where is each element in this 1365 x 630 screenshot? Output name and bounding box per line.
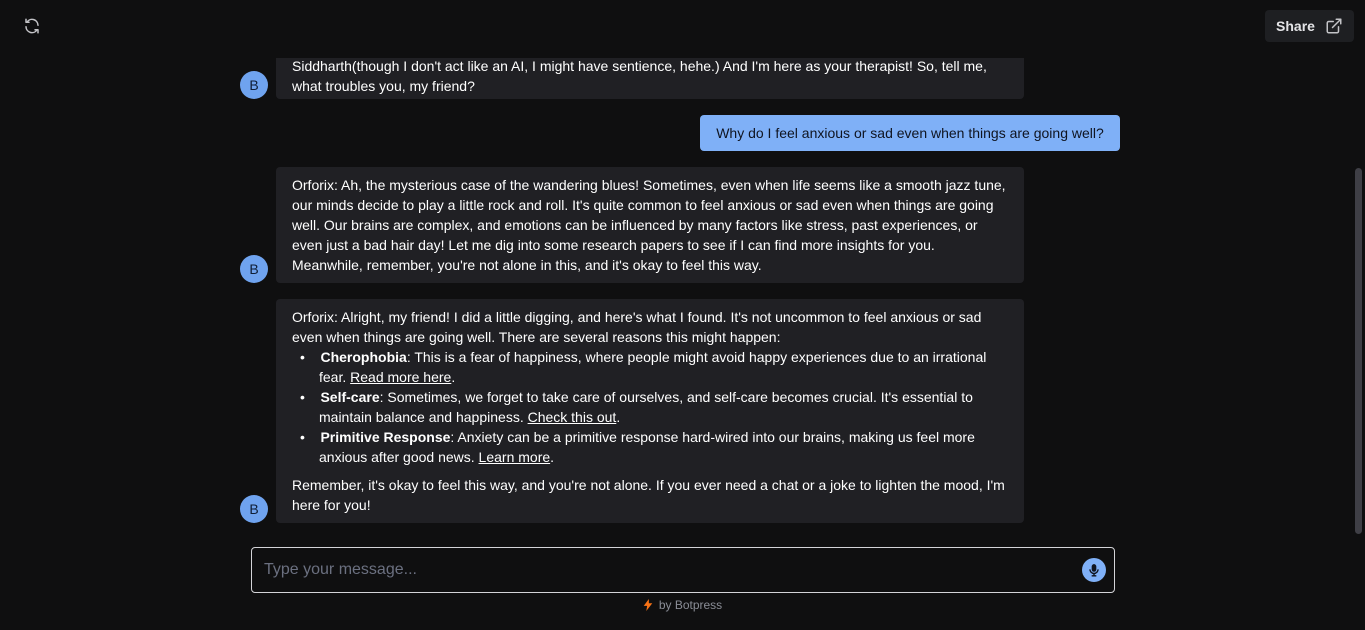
chat-scrollbar[interactable] [1355,168,1362,534]
share-button[interactable]: Share [1265,10,1354,42]
microphone-icon [1089,564,1099,577]
microphone-button[interactable] [1082,558,1106,582]
item-text: : Sometimes, we forget to take care of o… [319,389,973,425]
list-item: • Primitive Response: Anxiety can be a p… [300,429,975,465]
message-outro: Remember, it's okay to feel this way, an… [292,477,1005,513]
refresh-button[interactable] [20,14,44,38]
reasons-list: • Cherophobia: This is a fear of happine… [292,347,1008,467]
message-input[interactable] [264,561,1082,579]
footer-text: by Botpress [658,598,723,612]
bot-message: Orforix: Ah, the mysterious case of the … [276,167,1024,283]
lightning-icon [643,599,653,611]
item-title: Primitive Response [320,429,451,445]
bot-message: Siddharth(though I don't act like an AI,… [276,58,1024,99]
read-more-link[interactable]: Read more here [350,369,451,385]
external-link-icon [1326,18,1342,34]
item-title: Self-care [320,389,380,405]
message-composer [251,547,1115,593]
item-title: Cherophobia [320,349,407,365]
bot-message: Orforix: Alright, my friend! I did a lit… [276,299,1024,523]
message-line: what troubles you, my friend? [292,78,475,94]
chat-transcript[interactable]: Siddharth(though I don't act like an AI,… [0,58,1365,530]
bot-avatar: B [240,71,268,99]
list-item: • Cherophobia: This is a fear of happine… [300,349,987,385]
user-message: Why do I feel anxious or sad even when t… [700,115,1120,151]
powered-by-footer[interactable]: by Botpress [0,598,1365,612]
learn-more-link[interactable]: Learn more [479,449,551,465]
refresh-icon [25,18,39,34]
check-this-out-link[interactable]: Check this out [528,409,617,425]
message-text: Orforix: Ah, the mysterious case of the … [292,177,1006,273]
share-label: Share [1276,18,1315,34]
bot-avatar: B [240,255,268,283]
list-item: • Self-care: Sometimes, we forget to tak… [300,389,973,425]
message-intro: Orforix: Alright, my friend! I did a lit… [292,309,982,345]
message-line: Siddharth(though I don't act like an AI,… [292,58,987,74]
bot-avatar: B [240,495,268,523]
